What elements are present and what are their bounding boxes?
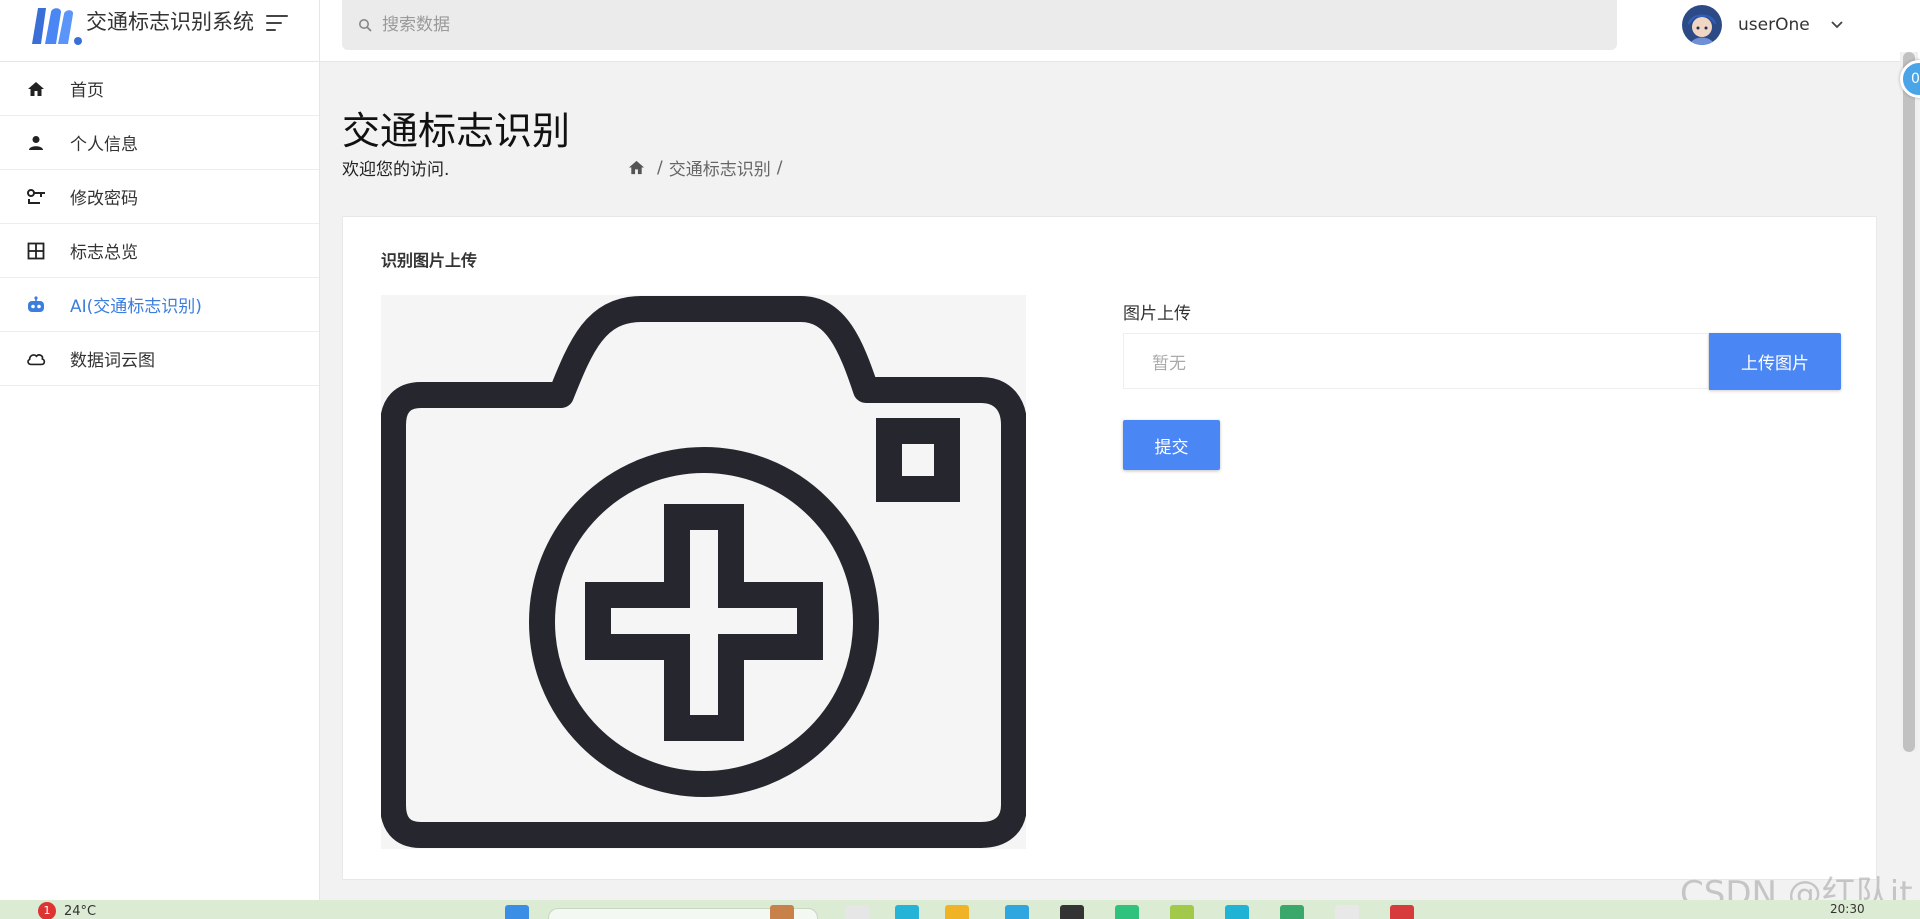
menu-toggle-icon[interactable]: [266, 15, 290, 33]
upload-label: 图片上传: [1123, 304, 1191, 324]
sidebar-item-change-password[interactable]: 修改密码: [0, 170, 319, 224]
sidebar-item-label: 个人信息: [70, 135, 138, 155]
app-icon[interactable]: [1005, 905, 1029, 919]
app-title: 交通标志识别系统: [86, 10, 254, 34]
sidebar-item-label: 修改密码: [70, 189, 138, 209]
app-icon[interactable]: [895, 905, 919, 919]
cloud-icon: [26, 349, 46, 369]
search-bar[interactable]: [342, 0, 1617, 50]
page-title: 交通标志识别: [342, 109, 571, 153]
breadcrumb: / 交通标志识别 /: [628, 155, 788, 180]
sidebar-item-ai-recognition[interactable]: AI(交通标志识别): [0, 278, 319, 332]
app-icon[interactable]: [1225, 905, 1249, 919]
camera-plus-icon: [380, 296, 1027, 848]
avatar: [1682, 5, 1722, 45]
sidebar: 首页 个人信息 修改密码 标志总览 AI(交通标志识别) 数据词云图: [0, 62, 320, 900]
app-icon[interactable]: [1060, 905, 1084, 919]
person-icon: [26, 133, 46, 153]
page-scrollbar[interactable]: [1900, 52, 1918, 752]
search-input[interactable]: [382, 15, 1582, 35]
weather-widget[interactable]: 1 24°C: [38, 902, 96, 919]
app-icon[interactable]: [945, 905, 969, 919]
robot-icon: [26, 295, 46, 315]
breadcrumb-separator: /: [776, 157, 783, 178]
app-icon[interactable]: [1170, 905, 1194, 919]
app-icon[interactable]: [845, 905, 869, 919]
app-icon[interactable]: [1280, 905, 1304, 919]
weather-temp: 24°C: [64, 903, 97, 919]
upload-image-button[interactable]: 上传图片: [1709, 333, 1841, 390]
sidebar-item-label: 数据词云图: [70, 351, 155, 371]
breadcrumb-separator: /: [657, 157, 663, 178]
sidebar-item-label: AI(交通标志识别): [70, 297, 202, 317]
taskbar-clock: 20:30: [1830, 902, 1865, 916]
brand-area: 交通标志识别系统: [0, 0, 320, 62]
chevron-down-icon[interactable]: [1830, 20, 1844, 30]
app-icon[interactable]: [770, 905, 794, 919]
app-icon[interactable]: [1390, 905, 1414, 919]
home-icon[interactable]: [628, 159, 645, 176]
sidebar-item-sign-overview[interactable]: 标志总览: [0, 224, 319, 278]
sidebar-item-word-cloud[interactable]: 数据词云图: [0, 332, 319, 386]
image-preview[interactable]: [380, 295, 1027, 849]
sidebar-item-profile[interactable]: 个人信息: [0, 116, 319, 170]
page-subtitle: 欢迎您的访问.: [342, 160, 450, 180]
search-icon: [359, 19, 372, 32]
os-taskbar: 1 24°C 20:30: [0, 900, 1920, 919]
sidebar-item-home[interactable]: 首页: [0, 62, 319, 116]
app-icon[interactable]: [1335, 905, 1359, 919]
home-icon: [26, 79, 46, 99]
app-icon[interactable]: [1115, 905, 1139, 919]
sidebar-item-label: 首页: [70, 81, 104, 101]
start-icon[interactable]: [505, 905, 529, 919]
top-header: 交通标志识别系统 userOne: [0, 0, 1920, 62]
submit-button[interactable]: 提交: [1123, 420, 1220, 470]
upload-card: 识别图片上传 图片上传 暂无 上传图片 提交: [342, 216, 1877, 880]
scrollbar-thumb[interactable]: [1903, 52, 1915, 752]
user-name: userOne: [1738, 15, 1810, 35]
app-logo-icon: [32, 8, 82, 45]
key-icon: [26, 187, 46, 207]
breadcrumb-item[interactable]: 交通标志识别: [669, 155, 771, 180]
card-title: 识别图片上传: [381, 251, 478, 270]
notification-badge: 1: [38, 902, 56, 919]
file-name-field[interactable]: 暂无: [1123, 333, 1709, 389]
sidebar-item-label: 标志总览: [70, 243, 138, 263]
grid-icon: [26, 241, 46, 261]
user-menu[interactable]: userOne: [1682, 4, 1844, 46]
